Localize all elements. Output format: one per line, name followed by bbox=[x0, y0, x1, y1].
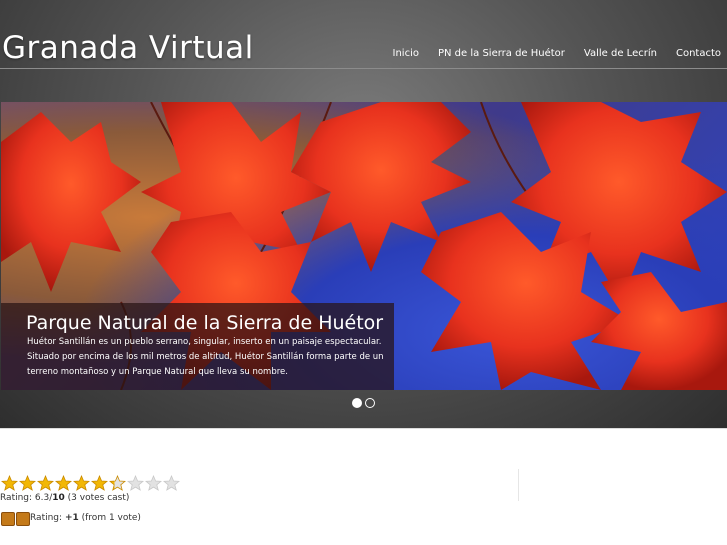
star-rating-widget[interactable] bbox=[1, 475, 180, 492]
vote-prefix: Rating: bbox=[30, 513, 63, 523]
caption-title: Parque Natural de la Sierra de Huétor bbox=[26, 312, 384, 334]
site-header: Granada Virtual Inicio PN de la Sierra d… bbox=[0, 0, 727, 428]
star-5-icon[interactable] bbox=[73, 475, 90, 492]
rating-prefix: Rating: 6.3/ bbox=[0, 493, 53, 503]
star-9-icon[interactable] bbox=[145, 475, 162, 492]
header-divider bbox=[0, 68, 727, 69]
vote-score: +1 bbox=[64, 513, 79, 523]
thumb-vote-buttons bbox=[1, 512, 30, 526]
star-6-icon[interactable] bbox=[91, 475, 108, 492]
slider-dot-2[interactable] bbox=[365, 398, 375, 408]
star-1-icon[interactable] bbox=[1, 475, 18, 492]
vote-summary: Rating: +1 (from 1 vote) bbox=[30, 513, 141, 523]
caption-text: Huétor Santillán es un pueblo serrano, s… bbox=[27, 337, 384, 377]
rating-summary: Rating: 6.3/10 (3 votes cast) bbox=[0, 493, 129, 503]
star-10-icon[interactable] bbox=[163, 475, 180, 492]
nav-item-sierra-huetor[interactable]: PN de la Sierra de Huétor bbox=[438, 48, 565, 59]
thumbs-up-icon[interactable] bbox=[1, 512, 15, 526]
star-8-icon[interactable] bbox=[127, 475, 144, 492]
rating-max: 10 bbox=[52, 493, 65, 503]
vote-suffix: (from 1 vote) bbox=[81, 513, 141, 523]
thumbs-down-icon[interactable] bbox=[16, 512, 30, 526]
image-slider[interactable]: Parque Natural de la Sierra de Huétor Hu… bbox=[1, 102, 727, 390]
star-4-icon[interactable] bbox=[55, 475, 72, 492]
site-title[interactable]: Granada Virtual bbox=[2, 30, 254, 66]
rating-votes-cast: (3 votes cast) bbox=[67, 493, 130, 503]
star-3-icon[interactable] bbox=[37, 475, 54, 492]
nav-item-valle-lecrin[interactable]: Valle de Lecrín bbox=[584, 48, 657, 59]
slider-pagination bbox=[352, 398, 375, 408]
slide-caption: Parque Natural de la Sierra de Huétor Hu… bbox=[1, 303, 394, 390]
nav-item-inicio[interactable]: Inicio bbox=[393, 48, 419, 59]
star-7-icon[interactable] bbox=[109, 475, 126, 492]
star-2-icon[interactable] bbox=[19, 475, 36, 492]
content-divider bbox=[0, 428, 727, 429]
slider-dot-1[interactable] bbox=[352, 398, 362, 408]
main-nav: Inicio PN de la Sierra de Huétor Valle d… bbox=[374, 48, 721, 59]
nav-item-contacto[interactable]: Contacto bbox=[676, 48, 721, 59]
column-separator bbox=[518, 469, 519, 501]
